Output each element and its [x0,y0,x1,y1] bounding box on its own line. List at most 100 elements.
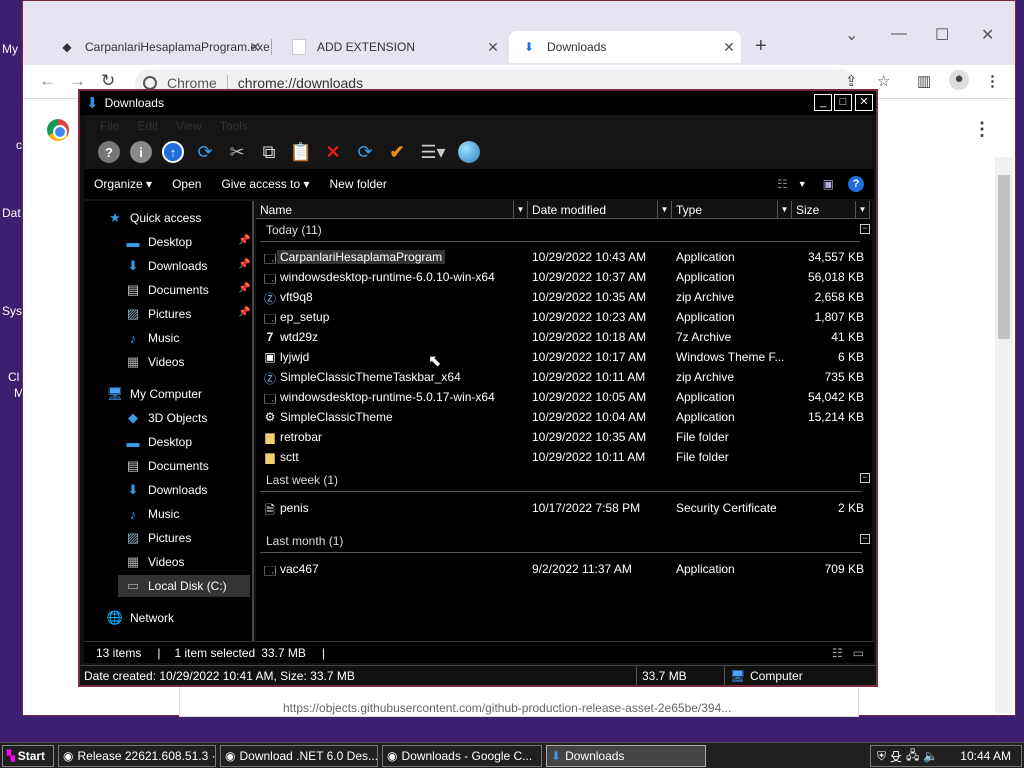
nav-quick-desktop[interactable]: ▬ Desktop [124,231,193,253]
file-row[interactable]: 7 wtd29z 10/29/2022 10:18 AM 7z Archive … [260,327,870,347]
organize-button[interactable]: Organize ▾ [84,177,162,191]
tab-carpanlari[interactable]: ◆ CarpanlariHesaplamaProgram.exe [47,31,269,63]
open-button[interactable]: Open [162,177,211,191]
file-row[interactable]: 🗎 penis 10/17/2022 7:58 PM Security Cert… [260,498,870,518]
desktop-label[interactable]: Cl [8,370,19,384]
globe-icon[interactable] [456,139,482,165]
nav-pictures[interactable]: ▨ Pictures [124,527,192,549]
delete-icon[interactable]: ✕ [320,139,346,165]
tab-add-extension[interactable]: ADD EXTENSION ✕ [279,31,505,63]
volume-icon[interactable]: 🔈 [923,749,938,763]
group-header-last-month[interactable]: Last month (1) [266,534,343,548]
nav-network[interactable]: 🌐 Network [106,607,174,629]
nav-quick-videos[interactable]: ▦ Videos [124,351,185,373]
file-row[interactable]: ▆ retrobar 10/29/2022 10:35 AM File fold… [260,427,870,447]
scrollbar-thumb[interactable] [998,175,1010,339]
menu-view[interactable]: View [176,119,202,133]
download-source-url[interactable]: https://objects.githubusercontent.com/gi… [283,701,731,715]
profile-icon[interactable]: ● [949,70,969,90]
file-row[interactable]: 🗔 CarpanlariHesaplamaProgram 10/29/2022 … [260,247,870,267]
checkmark-icon[interactable]: ✔ [384,139,410,165]
nav-local-disk[interactable]: ▭ Local Disk (C:) [118,575,250,597]
close-tab-icon[interactable]: ✕ [481,39,505,56]
nav-videos[interactable]: ▦ Videos [124,551,185,573]
chevron-down-icon[interactable]: ▼ [777,201,791,218]
tab-search-icon[interactable]: ⌄ [845,25,858,45]
page-scrollbar[interactable] [995,157,1013,713]
maximize-icon[interactable]: ☐ [935,25,949,45]
taskbar-button[interactable]: ◉ Release 22621.608.51.3 ·... [58,745,216,767]
file-row[interactable]: Ⓩ vft9q8 10/29/2022 10:35 AM zip Archive… [260,287,870,307]
collapse-icon[interactable]: − [860,534,870,544]
desktop-label[interactable]: Sys [2,304,22,318]
desktop-label[interactable]: My [2,42,18,56]
file-row[interactable]: 🗔 vac467 9/2/2022 11:37 AM Application 7… [260,559,870,579]
nav-quick-downloads[interactable]: ⬇ Downloads [124,255,208,277]
group-header-last-week[interactable]: Last week (1) [266,473,338,487]
chevron-down-icon[interactable]: ▼ [513,201,527,218]
menu-file[interactable]: File [100,119,119,133]
menu-edit[interactable]: Edit [137,119,158,133]
help-icon[interactable]: ? [848,176,864,192]
column-name[interactable]: Name ▼ [256,201,528,219]
file-row[interactable]: Ⓩ SimpleClassicThemeTaskbar_x64 10/29/20… [260,367,870,387]
taskbar-button[interactable]: ◉ Download .NET 6.0 Des... [220,745,378,767]
close-button[interactable]: ✕ [855,94,873,111]
nav-documents[interactable]: ▤ Documents [124,455,209,477]
column-size[interactable]: Size ▼ [792,201,870,219]
taskbar-button-active[interactable]: ⬇ Downloads [546,745,706,767]
desktop-label[interactable]: Dat [2,206,21,220]
close-tab-icon[interactable]: ✕ [717,39,741,56]
ime-icon[interactable]: ⽎ [890,748,902,765]
copy-icon[interactable]: ⧉ [256,139,282,165]
chevron-down-icon[interactable]: ▼ [855,201,869,218]
column-date[interactable]: Date modified ▼ [528,201,672,219]
file-row[interactable]: ▣ lyjwjd 10/29/2022 10:17 AM Windows The… [260,347,870,367]
side-panel-icon[interactable]: ▥ [917,72,931,90]
change-view-icon[interactable]: ☷ [777,177,788,191]
chevron-down-icon[interactable]: ▼ [657,201,671,218]
preview-pane-icon[interactable]: ▣ [823,177,834,191]
info-icon[interactable]: i [128,139,154,165]
close-tab-icon[interactable]: ✕ [249,39,261,56]
details-view-icon[interactable]: ☷ [832,646,843,660]
clock-text[interactable]: 10:44 AM [960,749,1011,763]
close-icon[interactable]: ✕ [981,25,994,45]
back-icon[interactable]: ← [39,71,56,91]
collapse-icon[interactable]: − [860,473,870,483]
nav-downloads[interactable]: ⬇ Downloads [124,479,208,501]
nav-quick-music[interactable]: ♪ Music [124,327,180,349]
reload-icon[interactable]: ↻ [101,71,115,91]
file-row[interactable]: 🗔 ep_setup 10/29/2022 10:23 AM Applicati… [260,307,870,327]
nav-quick-access[interactable]: ★ Quick access [106,207,201,229]
minimize-icon[interactable]: — [891,25,907,43]
nav-my-computer[interactable]: 🖥 My Computer [106,383,202,405]
file-row[interactable]: ⚙ SimpleClassicTheme 10/29/2022 10:04 AM… [260,407,870,427]
refresh-icon[interactable]: ⟳ [352,139,378,165]
chevron-down-icon[interactable]: ▼ [798,179,807,189]
nav-music[interactable]: ♪ Music [124,503,180,525]
nav-quick-pictures[interactable]: ▨ Pictures [124,303,192,325]
large-icons-view-icon[interactable]: ▭ [853,646,864,660]
new-folder-button[interactable]: New folder [319,177,396,191]
tab-downloads[interactable]: ⬇ Downloads ✕ [509,31,741,63]
maximize-button[interactable]: □ [834,94,852,111]
network-icon[interactable]: 🖧 [906,746,919,767]
start-button[interactable]: ▚ Start [2,745,54,767]
group-header-today[interactable]: Today (11) [266,223,322,237]
nav-desktop[interactable]: ▬ Desktop [124,431,193,453]
menu-tools[interactable]: Tools [220,119,248,133]
explorer-titlebar[interactable]: ⬇ Downloads [80,91,876,115]
give-access-button[interactable]: Give access to ▾ [211,177,319,191]
new-tab-button[interactable]: + [755,35,767,58]
collapse-icon[interactable]: − [860,224,870,234]
sync-icon[interactable]: ⟳ [192,139,218,165]
taskbar-button[interactable]: ◉ Downloads - Google C... [382,745,542,767]
file-row[interactable]: ▆ sctt 10/29/2022 10:11 AM File folder [260,447,870,467]
forward-icon[interactable]: → [69,71,86,91]
file-row[interactable]: 🗔 windowsdesktop-runtime-5.0.17-win-x64 … [260,387,870,407]
security-icon[interactable]: ⛨ [877,749,886,764]
cut-icon[interactable]: ✂ [224,139,250,165]
views-icon[interactable]: ☰▾ [416,139,450,165]
minimize-button[interactable]: _ [814,94,832,111]
